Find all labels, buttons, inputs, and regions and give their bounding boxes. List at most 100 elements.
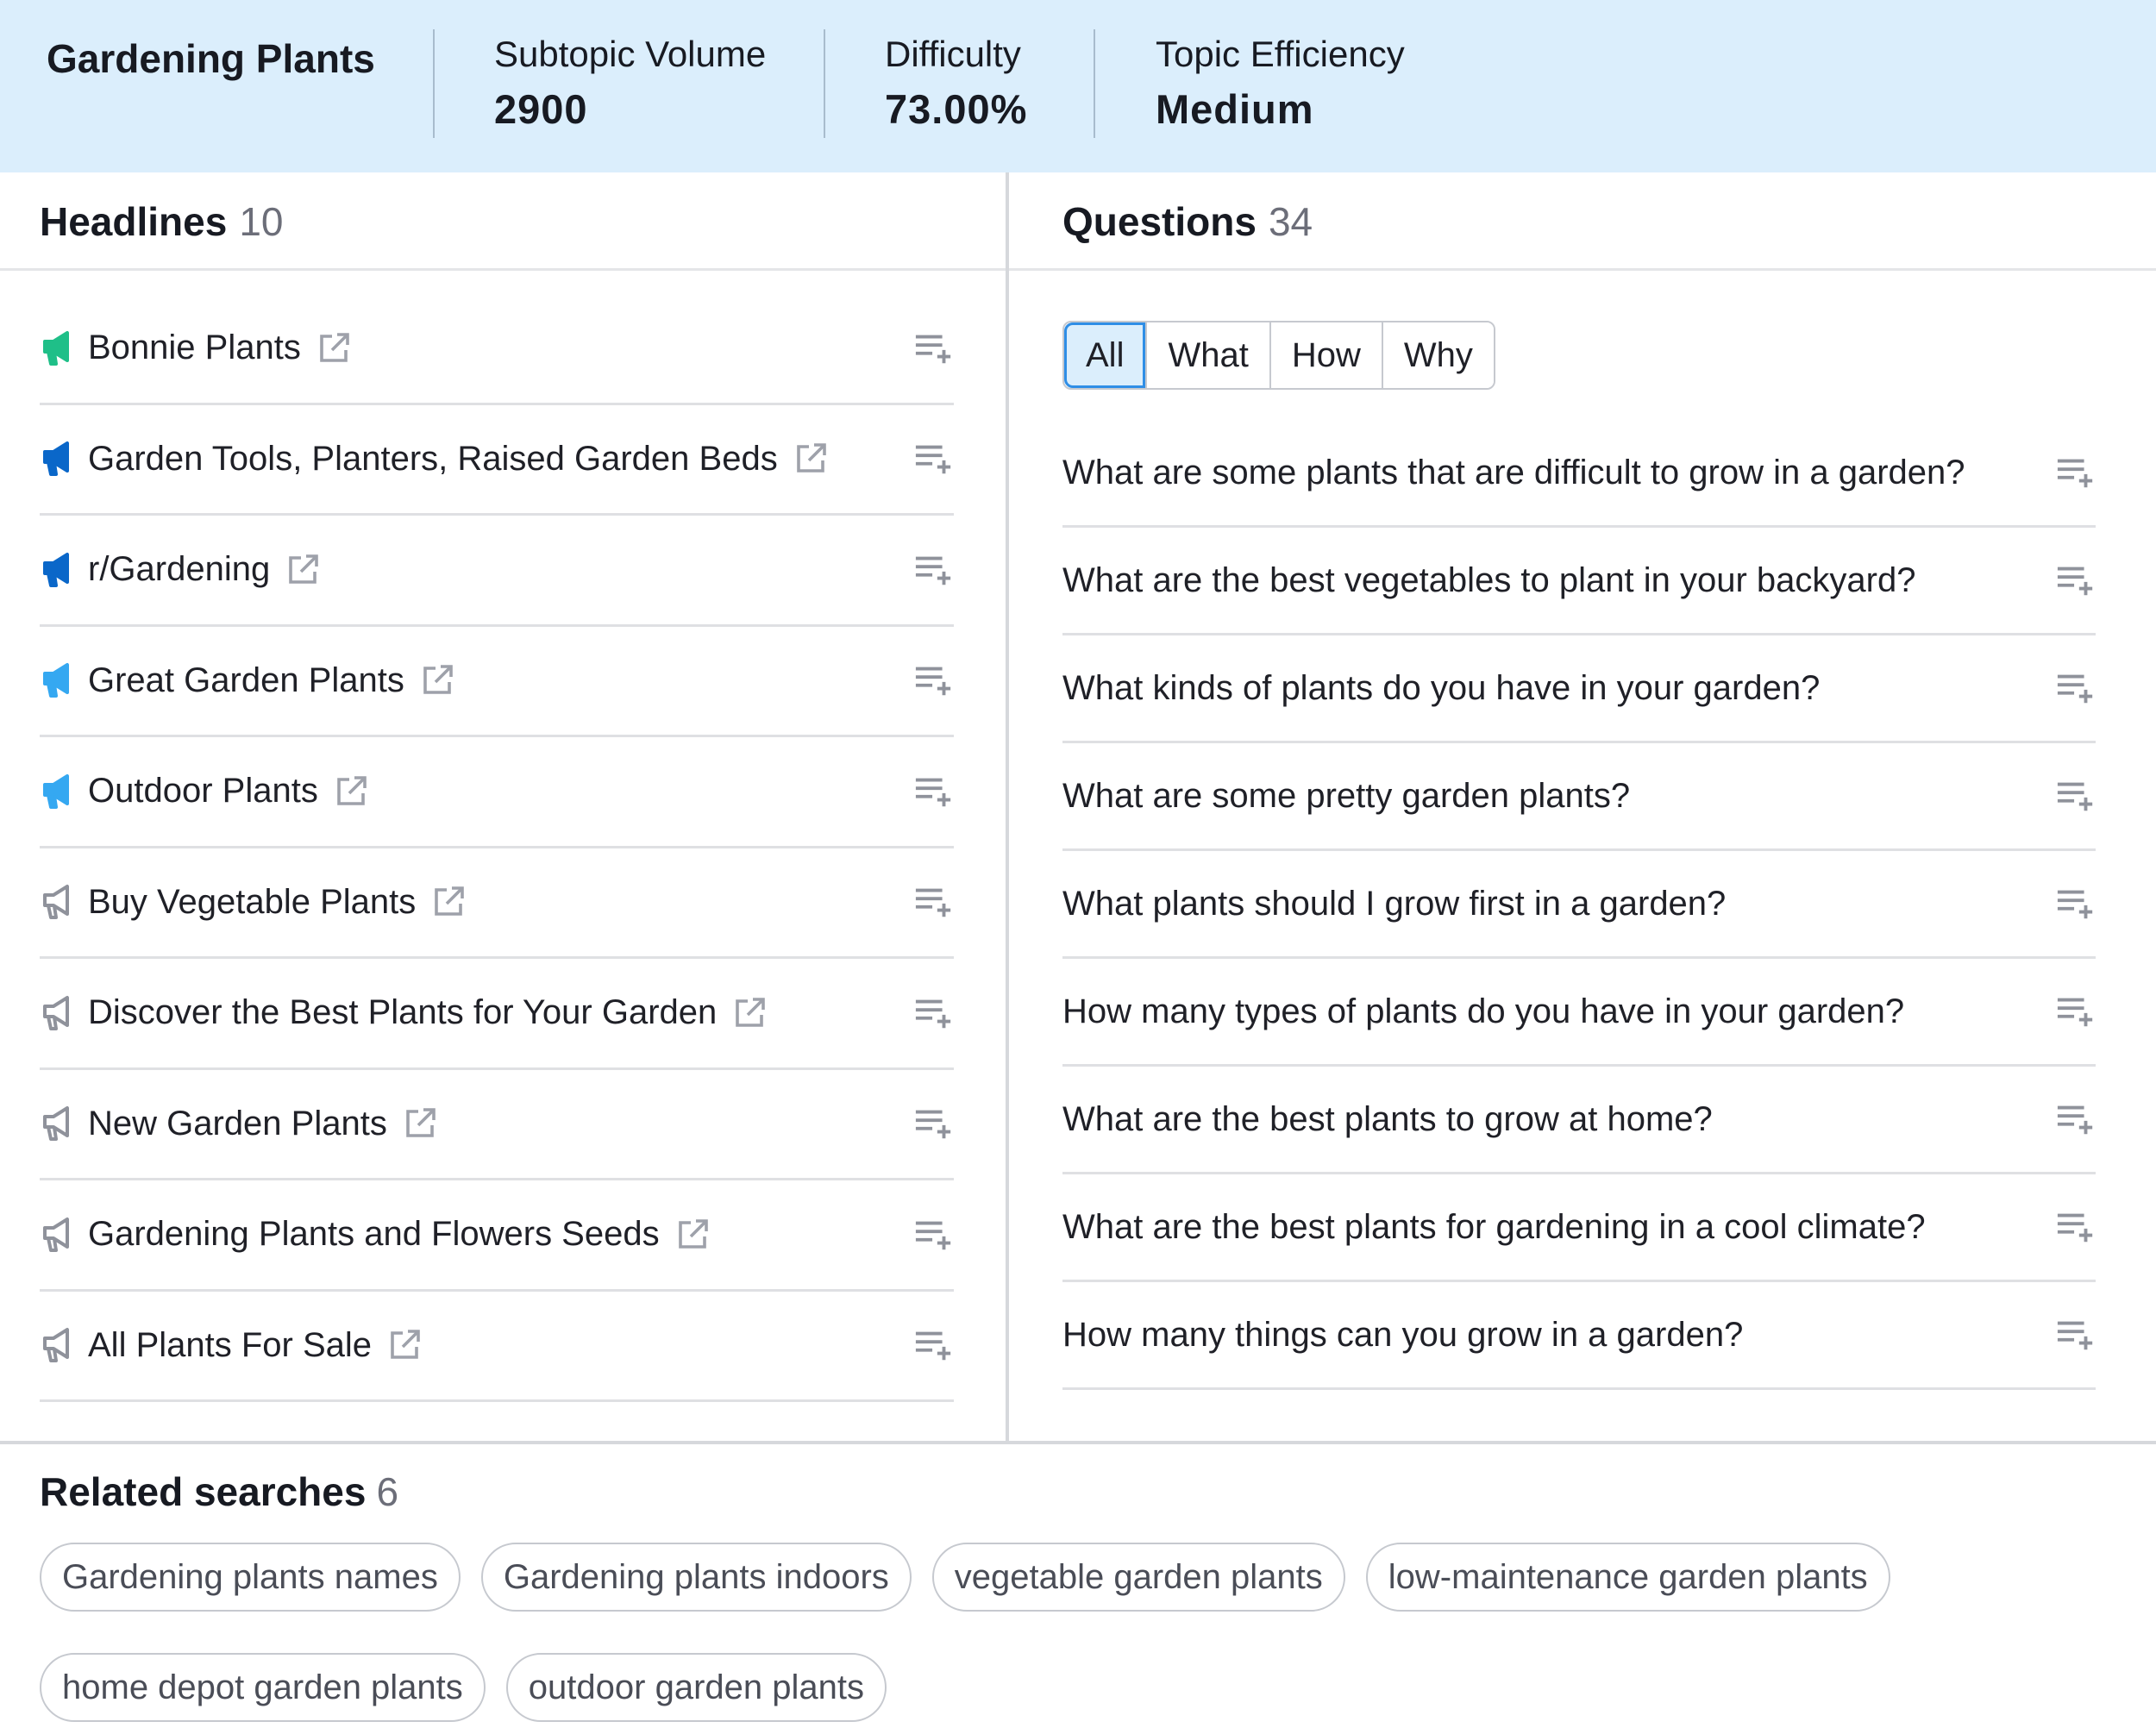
metric-label: Difficulty	[885, 34, 1021, 74]
headline-text[interactable]: Gardening Plants and Flowers Seeds	[88, 1215, 660, 1254]
add-to-list-icon[interactable]	[914, 885, 954, 919]
section-divider	[0, 1441, 2156, 1444]
tab-what[interactable]: What	[1145, 322, 1269, 388]
add-to-list-icon[interactable]	[914, 331, 954, 366]
related-search-chip[interactable]: vegetable garden plants	[931, 1543, 1345, 1612]
header-divider	[433, 29, 435, 138]
add-to-list-icon[interactable]	[914, 441, 954, 476]
related-count: 6	[376, 1469, 399, 1514]
tab-why[interactable]: Why	[1381, 322, 1494, 388]
question-text[interactable]: What are some pretty garden plants?	[1062, 777, 1630, 816]
add-to-list-icon[interactable]	[2056, 1102, 2096, 1136]
question-row: What plants should I grow first in a gar…	[1062, 851, 2096, 959]
question-text[interactable]: What are the best vegetables to plant in…	[1062, 561, 1915, 600]
external-link-icon[interactable]	[285, 553, 320, 587]
related-heading: Related searches 6	[40, 1466, 398, 1518]
question-text[interactable]: What kinds of plants do you have in your…	[1062, 669, 1820, 708]
add-to-list-icon[interactable]	[914, 553, 954, 587]
add-to-list-icon[interactable]	[2056, 1318, 2096, 1352]
headline-row: Outdoor Plants	[40, 737, 954, 848]
headline-row: Buy Vegetable Plants	[40, 848, 954, 959]
tab-how[interactable]: How	[1269, 322, 1382, 388]
question-row: What are some plants that are difficult …	[1062, 420, 2096, 528]
question-row: What are the best plants for gardening i…	[1062, 1174, 2096, 1282]
add-to-list-icon[interactable]	[914, 1106, 954, 1141]
related-search-chip[interactable]: low-maintenance garden plants	[1365, 1543, 1890, 1612]
add-to-list-icon[interactable]	[914, 1218, 954, 1252]
headline-text[interactable]: Great Garden Plants	[88, 661, 404, 700]
metric-label: Subtopic Volume	[494, 34, 767, 74]
metric-value: 73.00%	[885, 86, 1028, 132]
header-divider	[1094, 29, 1095, 138]
external-link-icon[interactable]	[420, 663, 454, 698]
headline-text[interactable]: New Garden Plants	[88, 1105, 387, 1143]
headline-row: Discover the Best Plants for Your Garden	[40, 959, 954, 1070]
question-text[interactable]: What are the best plants for gardening i…	[1062, 1208, 1926, 1247]
related-search-chip[interactable]: Gardening plants names	[40, 1543, 461, 1612]
metric-value: 2900	[494, 86, 588, 132]
question-row: What are some pretty garden plants?	[1062, 743, 2096, 851]
metric-topic-efficiency: Topic Efficiency Medium	[1156, 31, 1405, 136]
add-to-list-icon[interactable]	[2056, 671, 2096, 705]
external-link-icon[interactable]	[793, 441, 828, 476]
headline-text[interactable]: Garden Tools, Planters, Raised Garden Be…	[88, 440, 778, 479]
header-divider	[824, 29, 825, 138]
add-to-list-icon[interactable]	[2056, 455, 2096, 490]
megaphone-outline-icon	[40, 994, 74, 1032]
question-row: What kinds of plants do you have in your…	[1062, 635, 2096, 743]
headline-text[interactable]: Buy Vegetable Plants	[88, 883, 416, 922]
headlines-heading: Headlines 10	[40, 172, 283, 271]
megaphone-icon	[40, 661, 74, 699]
metric-subtopic-volume: Subtopic Volume 2900	[494, 31, 766, 136]
external-link-icon[interactable]	[403, 1106, 437, 1141]
external-link-icon[interactable]	[431, 885, 466, 919]
headline-text[interactable]: Outdoor Plants	[88, 772, 318, 811]
column-divider	[1006, 172, 1009, 1443]
topic-card: Gardening Plants Subtopic Volume 2900 Di…	[0, 0, 2156, 1734]
related-title: Related searches	[40, 1469, 367, 1514]
question-text[interactable]: What plants should I grow first in a gar…	[1062, 885, 1726, 923]
tab-all[interactable]: All	[1064, 322, 1146, 388]
topic-title: Gardening Plants	[47, 36, 375, 81]
external-link-icon[interactable]	[387, 1328, 422, 1362]
headline-row: New Garden Plants	[40, 1070, 954, 1180]
add-to-list-icon[interactable]	[914, 1328, 954, 1362]
questions-heading: Questions 34	[1062, 172, 1313, 271]
external-link-icon[interactable]	[334, 774, 368, 809]
add-to-list-icon[interactable]	[914, 774, 954, 809]
related-searches-chips: Gardening plants names Gardening plants i…	[40, 1543, 2109, 1722]
add-to-list-icon[interactable]	[914, 996, 954, 1030]
headline-row: Gardening Plants and Flowers Seeds	[40, 1180, 954, 1292]
headline-row: Great Garden Plants	[40, 627, 954, 737]
external-link-icon[interactable]	[732, 996, 767, 1030]
related-search-chip[interactable]: Gardening plants indoors	[480, 1543, 912, 1612]
external-link-icon[interactable]	[675, 1218, 710, 1252]
question-text[interactable]: What are the best plants to grow at home…	[1062, 1100, 1713, 1139]
headline-text[interactable]: Discover the Best Plants for Your Garden	[88, 993, 717, 1032]
question-text[interactable]: What are some plants that are difficult …	[1062, 454, 1965, 492]
section-divider	[0, 268, 1006, 271]
megaphone-outline-icon	[40, 1326, 74, 1364]
add-to-list-icon[interactable]	[2056, 563, 2096, 598]
add-to-list-icon[interactable]	[2056, 886, 2096, 921]
related-search-chip[interactable]: outdoor garden plants	[505, 1653, 887, 1722]
megaphone-outline-icon	[40, 1105, 74, 1142]
headline-text[interactable]: Bonnie Plants	[88, 329, 301, 367]
question-text[interactable]: How many things can you grow in a garden…	[1062, 1316, 1743, 1355]
headline-text[interactable]: All Plants For Sale	[88, 1326, 372, 1365]
topic-header: Gardening Plants Subtopic Volume 2900 Di…	[0, 0, 2156, 172]
related-search-chip[interactable]: home depot garden plants	[40, 1653, 486, 1722]
headline-text[interactable]: r/Gardening	[88, 550, 270, 589]
external-link-icon[interactable]	[317, 331, 351, 366]
headlines-title: Headlines	[40, 199, 228, 244]
question-text[interactable]: How many types of plants do you have in …	[1062, 992, 1904, 1031]
add-to-list-icon[interactable]	[2056, 1210, 2096, 1244]
question-row: How many things can you grow in a garden…	[1062, 1282, 2096, 1390]
add-to-list-icon[interactable]	[914, 663, 954, 698]
add-to-list-icon[interactable]	[2056, 994, 2096, 1029]
headline-row: r/Gardening	[40, 516, 954, 627]
questions-count: 34	[1268, 199, 1313, 244]
megaphone-icon	[40, 440, 74, 478]
add-to-list-icon[interactable]	[2056, 779, 2096, 813]
megaphone-icon	[40, 551, 74, 589]
